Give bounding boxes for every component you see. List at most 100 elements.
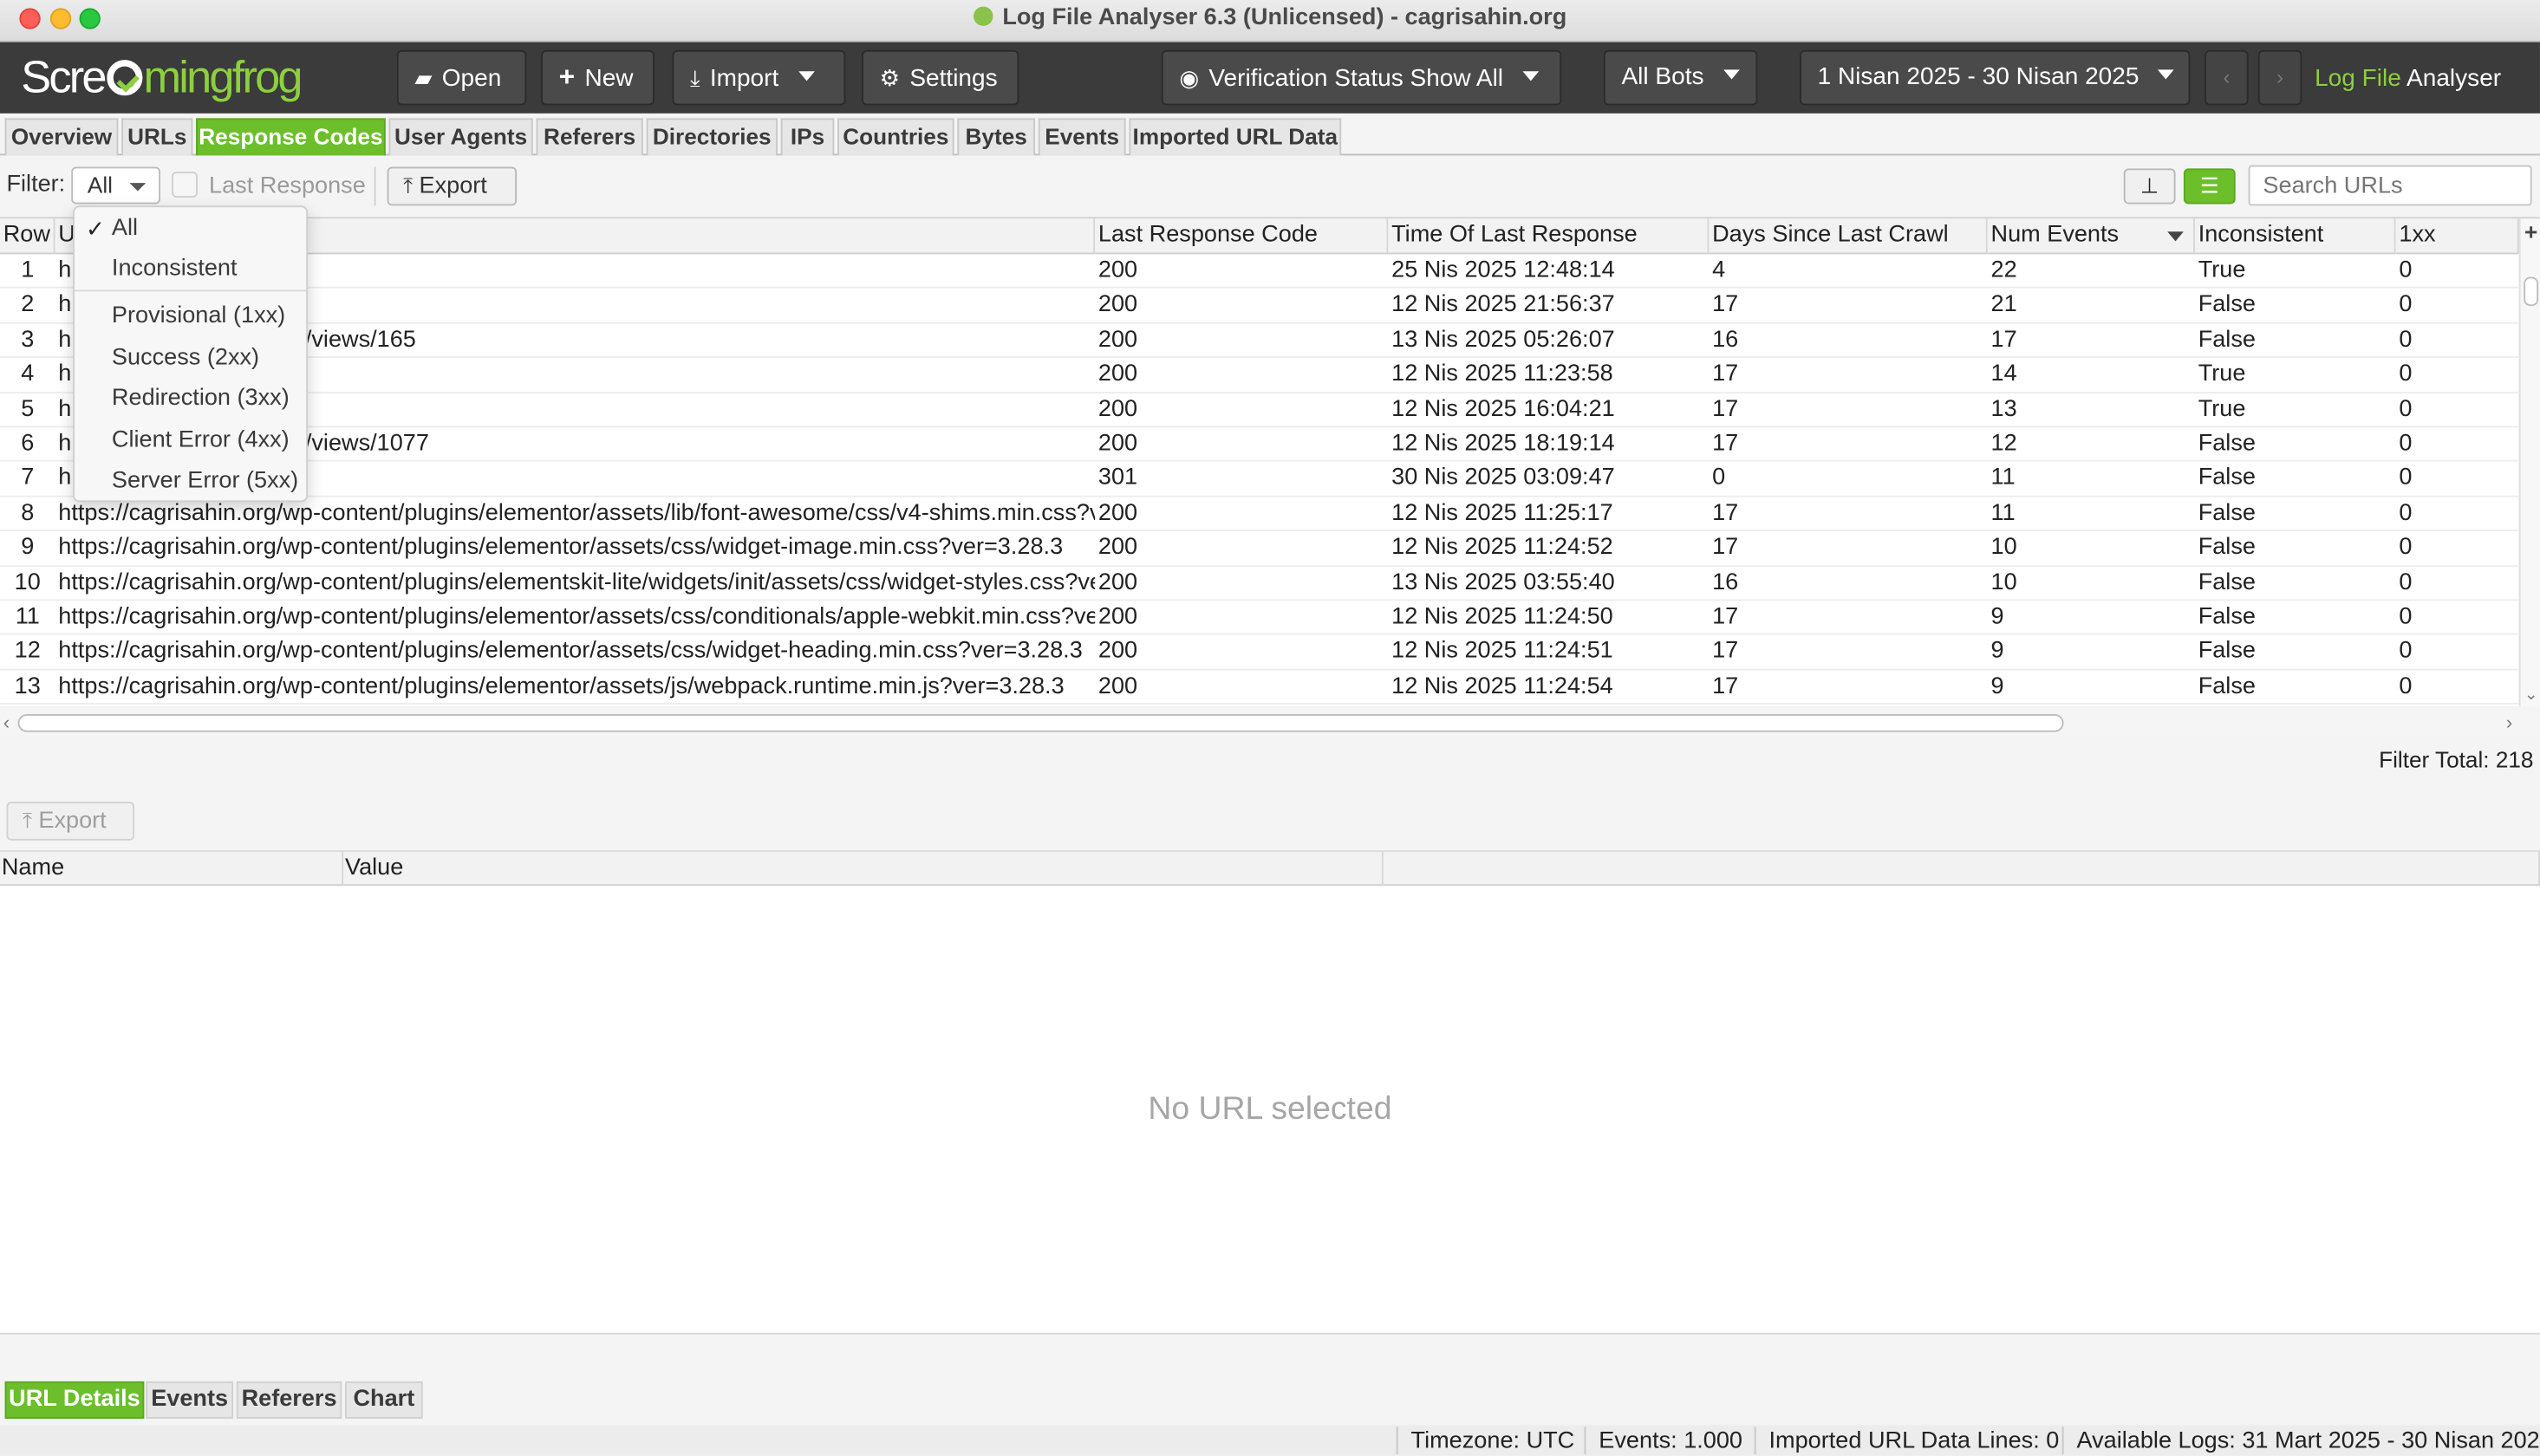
filter-option-inconsistent[interactable]: Inconsistent bbox=[112, 256, 238, 282]
logo-text-start: Scre bbox=[21, 51, 107, 102]
new-button[interactable]: + New bbox=[541, 49, 655, 106]
search-input[interactable] bbox=[2248, 165, 2532, 206]
add-column-icon[interactable]: + bbox=[2521, 220, 2540, 243]
tab-imported-url-data[interactable]: Imported URL Data bbox=[1129, 118, 1342, 156]
cell-num-events: 9 bbox=[1990, 638, 2004, 665]
logo-text-end: mingfrog bbox=[143, 51, 303, 102]
tab-countries[interactable]: Countries bbox=[837, 118, 954, 156]
cell-inconsistent: True bbox=[2198, 396, 2246, 422]
column-header-1xx[interactable]: 1xx bbox=[2395, 218, 2519, 255]
chevron-down-icon bbox=[2158, 69, 2175, 80]
table-row[interactable]: 3h son/metform/v1/forms/views/16520013 N… bbox=[0, 323, 2519, 359]
tab-user-agents[interactable]: User Agents bbox=[388, 118, 533, 156]
table-row[interactable]: 11 https://cagrisahin.org/wp-content/plug… bbox=[0, 601, 2519, 636]
details-column-value[interactable]: Value bbox=[343, 850, 1384, 887]
chevron-right-icon[interactable]: › bbox=[2506, 711, 2512, 733]
menu-separator bbox=[74, 289, 307, 292]
app-window: Log File Analyser 6.3 (Unlicensed) - cag… bbox=[0, 0, 2540, 1456]
chevron-left-icon[interactable]: ‹ bbox=[3, 711, 10, 733]
new-label: New bbox=[584, 64, 634, 93]
verification-status-dropdown[interactable]: ◉ Verification Status Show All bbox=[1161, 49, 1562, 106]
tab-overview[interactable]: Overview bbox=[4, 118, 119, 156]
table-row[interactable]: 1 h 200 25 Nis 2025 12:48:14 4 22 True 0 bbox=[0, 254, 2519, 289]
table-row[interactable]: 4 h 200 12 Nis 2025 11:23:58 17 14 True 0 bbox=[0, 358, 2519, 393]
column-header-num-events[interactable]: Num Events bbox=[1987, 218, 2195, 255]
horizontal-scrollbar[interactable]: ‹ › bbox=[0, 709, 2540, 738]
open-button[interactable]: ▰ Open bbox=[396, 49, 527, 106]
cell-1xx: 0 bbox=[2399, 603, 2413, 630]
column-header-days-since-last-crawl[interactable]: Days Since Last Crawl bbox=[1709, 218, 1988, 255]
filter-select[interactable]: All bbox=[71, 166, 160, 205]
cell-time-of-last-response: 12 Nis 2025 11:24:50 bbox=[1391, 603, 1613, 630]
no-url-selected-message: No URL selected bbox=[1148, 1091, 1392, 1128]
tab-ips[interactable]: IPs bbox=[780, 118, 835, 156]
table-row[interactable]: 5h ots.txt20012 Nis 2025 16:04:211713Tru… bbox=[0, 393, 2519, 428]
settings-button[interactable]: ⚙ Settings bbox=[862, 49, 1019, 106]
details-export-button[interactable]: ⤒ Export bbox=[6, 801, 135, 841]
tab-chart[interactable]: Chart bbox=[345, 1381, 423, 1419]
cell-row-number: 4 bbox=[21, 361, 35, 387]
cell-time-of-last-response: 13 Nis 2025 05:26:07 bbox=[1391, 327, 1615, 353]
tab-url-details[interactable]: URL Details bbox=[4, 1381, 145, 1419]
table-row[interactable]: 6h son/metform/v1/forms/views/107720012 … bbox=[0, 427, 2519, 463]
cell-last-response-code: 200 bbox=[1097, 500, 1138, 526]
table-row[interactable]: 7 h 301 30 Nis 2025 03:09:47 0 11 False 0 bbox=[0, 462, 2519, 497]
tab-events[interactable]: Events bbox=[1038, 118, 1126, 156]
filter-option-redirection[interactable]: Redirection (3xx) bbox=[112, 386, 290, 412]
export-label: Export bbox=[419, 172, 487, 199]
table-row[interactable]: 2h map_index.xml20012 Nis 2025 21:56:371… bbox=[0, 289, 2519, 324]
last-response-checkbox[interactable] bbox=[172, 172, 198, 198]
status-divider bbox=[2061, 1427, 2064, 1455]
cell-url: https://cagrisahin.org/wp-content/plugin… bbox=[58, 534, 1064, 561]
cell-time-of-last-response: 12 Nis 2025 11:24:52 bbox=[1391, 534, 1613, 561]
tab-urls[interactable]: URLs bbox=[121, 118, 193, 156]
filter-option-client-error[interactable]: Client Error (4xx) bbox=[112, 427, 290, 453]
column-header-time-of-last-response[interactable]: Time Of Last Response bbox=[1388, 218, 1710, 255]
cell-time-of-last-response: 30 Nis 2025 03:09:47 bbox=[1391, 465, 1615, 491]
next-period-button[interactable]: › bbox=[2257, 49, 2302, 106]
details-column-name[interactable]: Name bbox=[0, 850, 344, 887]
vertical-scrollbar[interactable]: + ⌄ bbox=[2518, 218, 2540, 706]
tab-bytes[interactable]: Bytes bbox=[957, 118, 1036, 156]
table-row[interactable]: 8 https://cagrisahin.org/wp-content/plugi… bbox=[0, 497, 2519, 532]
export-button[interactable]: ⤒ Export bbox=[387, 166, 518, 206]
bots-dropdown[interactable]: All Bots bbox=[1603, 49, 1758, 106]
cell-row-number: 10 bbox=[14, 569, 41, 595]
column-header-last-response-code[interactable]: Last Response Code bbox=[1095, 218, 1389, 255]
cell-row-number: 9 bbox=[21, 534, 35, 561]
tab-referers[interactable]: Referers bbox=[536, 118, 643, 156]
filter-option-all[interactable]: All bbox=[112, 216, 138, 242]
cell-time-of-last-response: 12 Nis 2025 11:25:17 bbox=[1391, 500, 1613, 526]
scroll-thumb[interactable] bbox=[2524, 276, 2539, 307]
column-header-row[interactable]: Row bbox=[0, 218, 55, 255]
status-imported-lines: Imported URL Data Lines: 0 bbox=[1768, 1428, 2060, 1455]
status-available-logs: Available Logs: 31 Mart 2025 - 30 Nisan … bbox=[2076, 1428, 2540, 1455]
tree-view-button[interactable]: ⊥ bbox=[2123, 168, 2176, 205]
table-row[interactable]: 9 https://cagrisahin.org/wp-content/plugi… bbox=[0, 531, 2519, 567]
cell-days-since-last-crawl: 4 bbox=[1712, 257, 1726, 284]
cell-url: https://cagrisahin.org/wp-content/plugin… bbox=[58, 638, 1083, 665]
tab-referers-details[interactable]: Referers bbox=[236, 1381, 342, 1419]
cell-last-response-code: 200 bbox=[1097, 327, 1138, 353]
cell-last-response-code: 200 bbox=[1097, 431, 1138, 457]
tab-events-details[interactable]: Events bbox=[146, 1381, 234, 1419]
cell-days-since-last-crawl: 17 bbox=[1712, 292, 1739, 318]
cell-1xx: 0 bbox=[2399, 638, 2413, 665]
table-row[interactable]: 13 https://cagrisahin.org/wp-content/plug… bbox=[0, 670, 2519, 705]
tab-response-codes[interactable]: Response Codes bbox=[196, 118, 386, 156]
tab-directories[interactable]: Directories bbox=[646, 118, 778, 156]
cell-days-since-last-crawl: 17 bbox=[1712, 396, 1739, 422]
import-button[interactable]: ⤓ Import bbox=[672, 49, 846, 106]
date-range-dropdown[interactable]: 1 Nisan 2025 - 30 Nisan 2025 bbox=[1800, 49, 2191, 106]
filter-option-provisional[interactable]: Provisional (1xx) bbox=[112, 302, 285, 328]
horizontal-scroll-thumb[interactable] bbox=[17, 714, 2064, 732]
cell-last-response-code: 301 bbox=[1097, 465, 1138, 491]
num-events-header-label: Num Events bbox=[1990, 221, 2120, 248]
column-header-inconsistent[interactable]: Inconsistent bbox=[2194, 218, 2396, 255]
table-row[interactable]: 10 https://cagrisahin.org/wp-content/plug… bbox=[0, 566, 2519, 601]
table-row[interactable]: 12 https://cagrisahin.org/wp-content/plug… bbox=[0, 635, 2519, 671]
filter-option-server-error[interactable]: Server Error (5xx) bbox=[112, 468, 298, 494]
previous-period-button[interactable]: ‹ bbox=[2205, 49, 2249, 106]
filter-option-success[interactable]: Success (2xx) bbox=[112, 345, 259, 371]
list-view-button[interactable]: ☰ bbox=[2183, 168, 2236, 205]
